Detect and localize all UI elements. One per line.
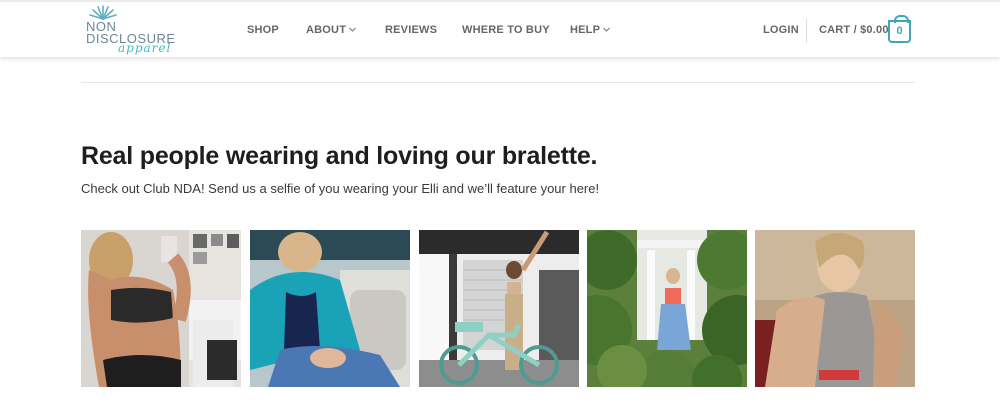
login-label: LOGIN xyxy=(763,24,799,36)
nav-where-to-buy[interactable]: WHERE TO BUY xyxy=(462,23,550,37)
nav-about[interactable]: ABOUT xyxy=(306,23,357,37)
nav-where-to-buy-label: WHERE TO BUY xyxy=(462,24,550,36)
photo-image xyxy=(419,230,579,387)
photo-image xyxy=(81,230,241,387)
customer-photo-5[interactable] xyxy=(755,230,915,387)
nav-about-label: ABOUT xyxy=(306,24,347,36)
chevron-down-icon xyxy=(349,27,356,32)
section-subtitle: Check out Club NDA! Send us a selfie of … xyxy=(81,181,600,196)
section-title: Real people wearing and loving our brale… xyxy=(81,142,598,170)
customer-photo-3[interactable] xyxy=(419,230,579,387)
nav-help-label: HELP xyxy=(570,24,601,36)
chevron-down-icon xyxy=(603,27,611,32)
nav-reviews[interactable]: REVIEWS xyxy=(385,23,437,37)
header-divider xyxy=(806,19,807,43)
brand-logo[interactable]: NON DISCLOSURE apparel xyxy=(86,4,196,58)
photo-image xyxy=(250,230,410,387)
nav-reviews-label: REVIEWS xyxy=(385,24,438,36)
content-divider xyxy=(81,82,915,83)
brand-name-script: apparel xyxy=(118,41,172,55)
agave-plant-icon xyxy=(89,5,117,20)
cart-count: 0 xyxy=(896,25,903,37)
photo-image xyxy=(755,230,915,387)
nav-help[interactable]: HELP xyxy=(570,23,611,37)
site-header: NON DISCLOSURE apparel SHOP ABOUT REVIEW… xyxy=(0,2,1000,57)
shopping-bag-icon[interactable]: 0 xyxy=(888,15,911,43)
customer-photo-4[interactable] xyxy=(587,230,747,387)
customer-photo-1[interactable] xyxy=(81,230,241,387)
nav-shop[interactable]: SHOP xyxy=(247,23,279,37)
cart-label: CART / $0.00 xyxy=(819,24,889,36)
customer-photo-2[interactable] xyxy=(250,230,410,387)
cart-link[interactable]: CART / $0.00 xyxy=(819,23,889,37)
photo-image xyxy=(587,230,747,387)
nav-shop-label: SHOP xyxy=(247,24,279,36)
login-link[interactable]: LOGIN xyxy=(763,23,799,37)
